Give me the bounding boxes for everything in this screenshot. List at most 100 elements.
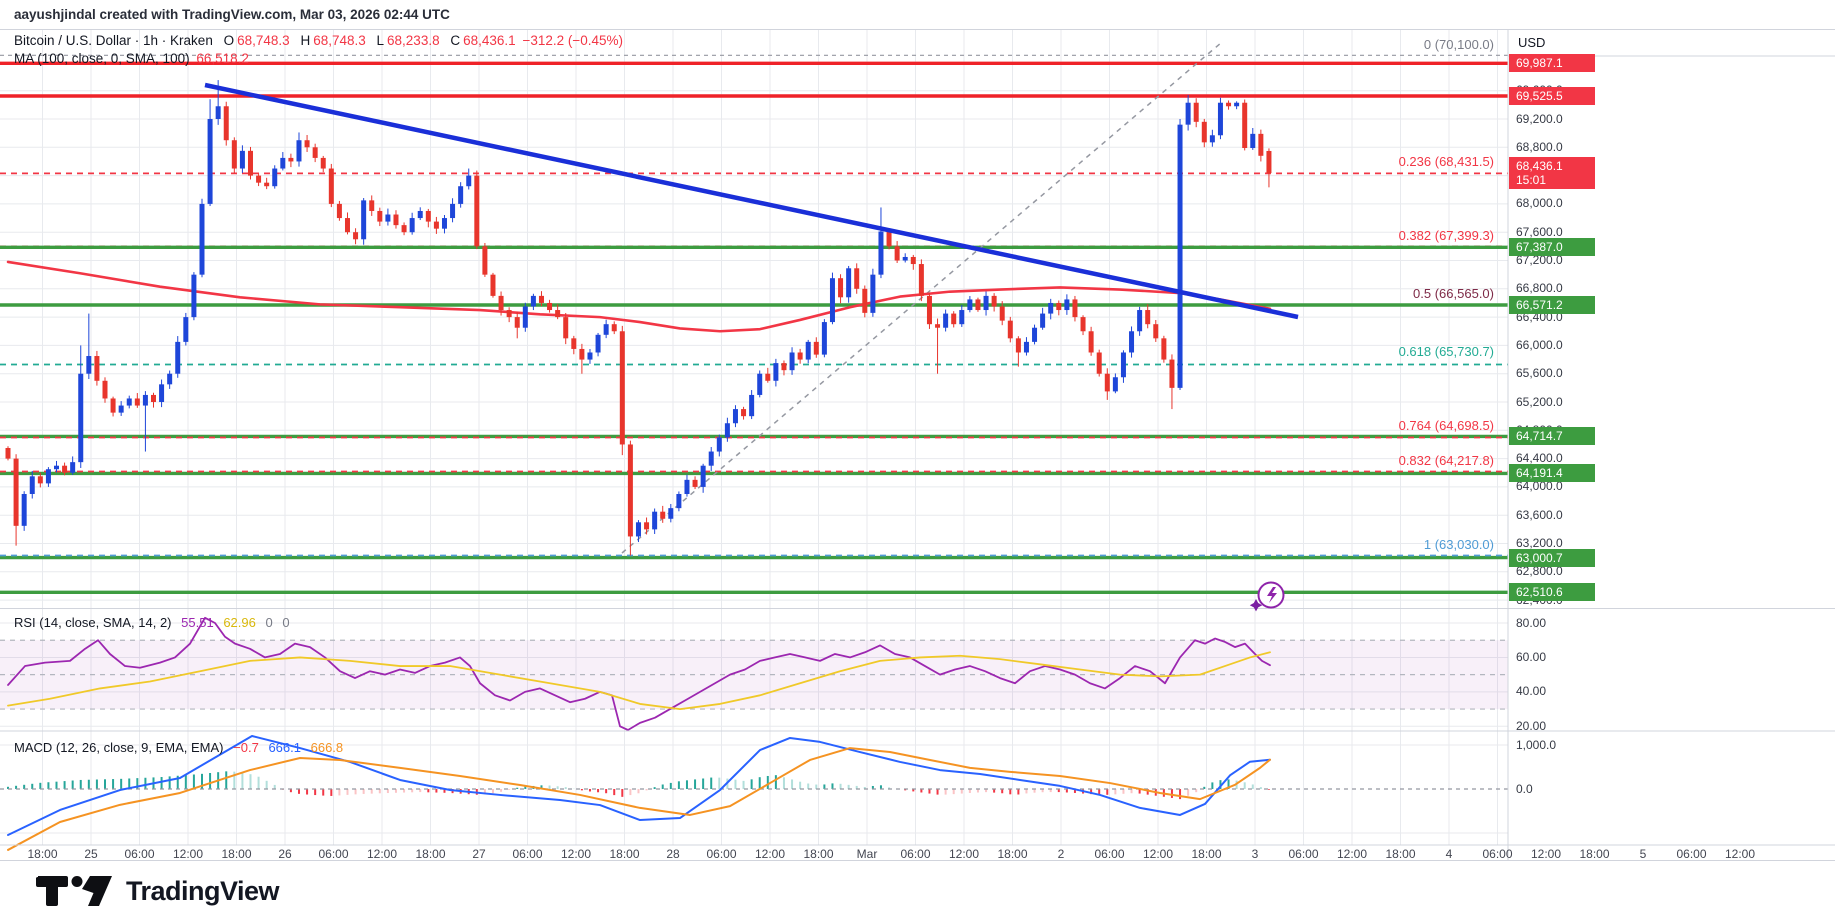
indicator-scale-label: 0.0	[1516, 782, 1533, 796]
candle-up	[216, 106, 221, 119]
candle-up	[903, 257, 908, 261]
candle-up	[1129, 331, 1134, 352]
candle-down	[321, 158, 326, 169]
ma-legend[interactable]: MA (100, close, 0, SMA, 100) 66,518.2	[14, 51, 249, 66]
candle-up	[78, 374, 83, 462]
time-tick-label: 18:00	[997, 847, 1027, 861]
current-price-badge: 68,436.115:01	[1509, 157, 1595, 189]
symbol-legend[interactable]: Bitcoin / U.S. Dollar · 1h · Kraken O68,…	[14, 33, 623, 48]
tradingview-logo[interactable]: TradingView	[36, 874, 279, 908]
macd-signal-line	[8, 748, 1270, 850]
candle-down	[14, 459, 19, 526]
candle-up	[466, 176, 471, 187]
price-tick-label: 65,200.0	[1516, 395, 1563, 409]
candle-down	[1169, 360, 1174, 388]
close-label: C	[450, 33, 460, 48]
fib-level-label: 1 (63,030.0)	[1424, 537, 1494, 552]
candle-up	[806, 342, 811, 360]
candle-down	[1016, 338, 1021, 352]
macd-legend[interactable]: MACD (12, 26, close, 9, EMA, EMA) −0.7 6…	[14, 740, 343, 755]
high-label: H	[300, 33, 310, 48]
candle-down	[224, 106, 229, 140]
indicator-scale-label: 1,000.0	[1516, 738, 1556, 752]
candle-down	[1105, 374, 1110, 392]
candle-up	[652, 512, 657, 530]
candle-up	[119, 406, 124, 413]
candle-down	[345, 218, 350, 232]
candle-up	[1121, 352, 1126, 377]
close-value: 68,436.1	[463, 33, 516, 48]
rsi-ma-value: 62.96	[223, 615, 256, 630]
candle-up	[773, 363, 778, 381]
time-tick-label: 06:00	[900, 847, 930, 861]
candle-down	[1153, 324, 1158, 338]
tradingview-logo-text: TradingView	[126, 876, 279, 907]
time-tick-label: 12:00	[1531, 847, 1561, 861]
time-tick-label: 18:00	[27, 847, 57, 861]
low-value: 68,233.8	[387, 33, 440, 48]
candle-up	[143, 395, 148, 406]
candle-up	[167, 374, 172, 385]
candle-up	[1218, 103, 1223, 136]
rsi-label: RSI (14, close, SMA, 14, 2)	[14, 615, 172, 630]
candle-down	[353, 232, 358, 239]
time-tick-label: 06:00	[706, 847, 736, 861]
candle-up	[30, 476, 35, 494]
candle-down	[579, 349, 584, 360]
candle-up	[717, 437, 722, 451]
fib-level-label: 0.618 (65,730.7)	[1399, 344, 1494, 359]
candle-up	[54, 466, 59, 470]
candle-down	[628, 444, 633, 536]
candle-down	[1242, 103, 1247, 148]
candle-down	[434, 222, 439, 229]
fib-level-label: 0.236 (68,431.5)	[1399, 154, 1494, 169]
candle-up	[1024, 342, 1029, 353]
candle-down	[369, 200, 374, 211]
candle-down	[1194, 103, 1199, 122]
candle-up	[709, 452, 714, 466]
time-tick-label: 06:00	[124, 847, 154, 861]
open-label: O	[224, 33, 235, 48]
candle-down	[911, 257, 916, 264]
rsi-legend[interactable]: RSI (14, close, SMA, 14, 2) 55.51 62.96 …	[14, 615, 290, 630]
candle-down	[393, 215, 398, 226]
candle-down	[1072, 299, 1077, 317]
candle-up	[70, 462, 75, 473]
candle-down	[571, 338, 576, 349]
time-tick-label: 12:00	[367, 847, 397, 861]
candle-down	[288, 158, 293, 162]
candle-up	[959, 310, 964, 324]
price-level-badge: 69,525.5	[1509, 87, 1595, 105]
candle-down	[305, 140, 310, 147]
low-label: L	[377, 33, 385, 48]
tradingview-chart-export: aayushjindal created with TradingView.co…	[0, 0, 1835, 917]
candle-up	[790, 352, 795, 370]
time-tick-label: 06:00	[512, 847, 542, 861]
candle-down	[62, 466, 67, 473]
time-tick-label: 12:00	[949, 847, 979, 861]
time-tick-label: 18:00	[1385, 847, 1415, 861]
tradingview-logo-mark	[36, 875, 114, 907]
time-tick-label: 18:00	[415, 847, 445, 861]
time-tick-label: 12:00	[1725, 847, 1755, 861]
candle-down	[895, 246, 900, 260]
candle-up	[175, 342, 180, 374]
candle-up	[86, 356, 91, 374]
candle-up	[208, 119, 213, 204]
macd-signal-value: 666.8	[311, 740, 344, 755]
candle-down	[499, 296, 504, 310]
candle-down	[515, 317, 520, 328]
time-tick-label: 12:00	[173, 847, 203, 861]
time-tick-label: Mar	[857, 847, 878, 861]
candle-up	[183, 317, 188, 342]
open-value: 68,748.3	[237, 33, 290, 48]
candle-down	[1145, 310, 1150, 324]
candle-up	[410, 218, 415, 232]
candle-down	[111, 398, 116, 412]
candle-up	[870, 275, 875, 313]
fib-level-label: 0.5 (66,565.0)	[1413, 286, 1494, 301]
candle-up	[757, 374, 762, 395]
candle-up	[596, 335, 601, 353]
price-level-badge: 66,571.2	[1509, 296, 1595, 314]
candle-down	[693, 480, 698, 487]
